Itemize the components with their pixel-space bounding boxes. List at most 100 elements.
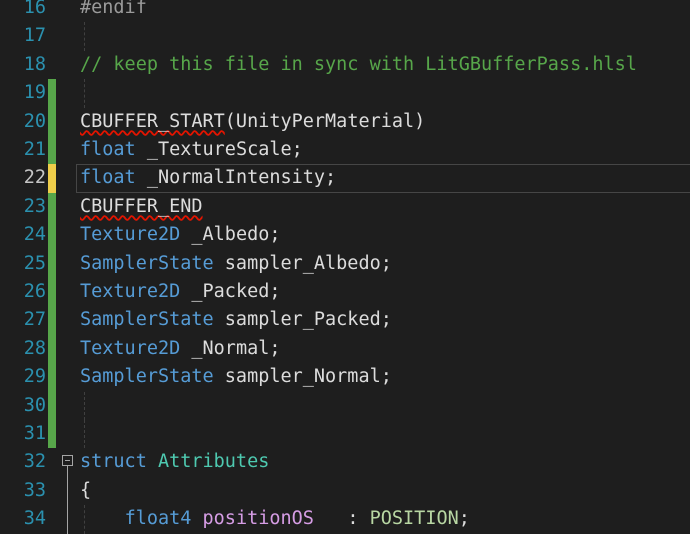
code-text[interactable]: CBUFFER_START(UnityPerMaterial) <box>80 108 425 136</box>
code-token: SamplerState <box>80 309 214 331</box>
line-number: 22 <box>23 167 46 189</box>
code-line[interactable]: 31 <box>0 420 690 449</box>
indent-guide <box>84 79 85 108</box>
code-token: _NormalIntensity; <box>135 167 337 189</box>
indent-guide <box>84 420 85 449</box>
code-token: float4 <box>124 508 192 530</box>
code-line[interactable]: 23 CBUFFER_END <box>0 192 690 222</box>
code-token: #endif <box>80 0 147 18</box>
code-text[interactable]: Texture2D _Packed; <box>80 278 281 306</box>
code-text[interactable]: SamplerState sampler_Albedo; <box>80 250 392 278</box>
line-number: 34 <box>23 508 46 530</box>
code-line[interactable]: 26 Texture2D _Packed; <box>0 278 690 307</box>
code-line[interactable]: 27 SamplerState sampler_Packed; <box>0 306 690 335</box>
code-text[interactable]: SamplerState sampler_Packed; <box>80 306 392 334</box>
line-number: 28 <box>23 337 46 359</box>
code-token: sampler_Albedo; <box>213 252 392 274</box>
change-tracking-bar <box>48 221 56 250</box>
code-line[interactable]: 33 { <box>0 476 690 506</box>
indent-guide <box>84 22 85 51</box>
code-token: _Packed; <box>180 281 281 302</box>
fold-guide <box>67 476 68 506</box>
code-line[interactable]: 32 struct Attributes <box>0 448 690 478</box>
code-token: ; <box>458 508 470 530</box>
code-editor[interactable]: 16 #endif 17 18 // keep this file in sync wi… <box>0 0 690 534</box>
line-number: 17 <box>23 25 46 47</box>
code-line[interactable]: 34 float4 positionOS : POSITION; <box>0 505 690 534</box>
change-tracking-bar <box>48 192 56 222</box>
collapse-icon[interactable] <box>62 455 73 467</box>
code-line[interactable]: 25 SamplerState sampler_Albedo; <box>0 249 690 278</box>
code-token: POSITION <box>369 508 459 530</box>
code-text[interactable]: float _TextureScale; <box>80 136 303 164</box>
code-token: Texture2D <box>80 337 181 359</box>
code-line[interactable]: 17 <box>0 22 690 51</box>
fold-guide <box>67 466 68 478</box>
change-tracking-bar <box>48 420 56 449</box>
code-line[interactable]: 19 <box>0 79 690 108</box>
line-number: 21 <box>23 139 46 160</box>
code-token: { <box>80 479 92 501</box>
code-text[interactable]: Texture2D _Normal; <box>80 335 281 363</box>
code-token: sampler_Packed; <box>213 309 392 331</box>
change-tracking-bar <box>48 249 56 278</box>
code-token: float <box>80 139 136 160</box>
line-number: 29 <box>23 366 46 388</box>
code-line[interactable]: 21 float _TextureScale; <box>0 136 690 165</box>
code-line[interactable]: 30 <box>0 391 690 420</box>
code-text[interactable]: { <box>80 477 91 505</box>
change-tracking-bar <box>48 334 56 364</box>
line-number: 23 <box>23 195 46 217</box>
code-token: _Albedo; <box>180 224 281 246</box>
change-tracking-bar <box>48 107 56 136</box>
code-token: positionOS <box>202 508 314 530</box>
line-number: 26 <box>23 281 46 302</box>
code-text[interactable]: #endif <box>80 0 147 22</box>
code-token: SamplerState <box>80 366 214 388</box>
change-tracking-bar <box>48 391 56 420</box>
code-token: _Normal; <box>180 337 281 359</box>
line-number: 20 <box>23 110 46 132</box>
code-token: Texture2D <box>80 281 181 302</box>
line-number: 18 <box>23 53 46 75</box>
line-number: 16 <box>23 0 46 18</box>
error-token: CBUFFER_START <box>80 110 225 132</box>
change-tracking-bar <box>48 278 56 307</box>
line-number: 24 <box>23 224 46 246</box>
code-text[interactable]: CBUFFER_END <box>80 193 203 221</box>
code-token: SamplerState <box>80 252 214 274</box>
code-text[interactable]: float4 positionOS : POSITION; <box>80 505 470 533</box>
code-line[interactable]: 24 Texture2D _Albedo; <box>0 221 690 250</box>
code-line[interactable]: 16 #endif <box>0 0 690 22</box>
line-number: 30 <box>23 394 46 416</box>
line-number: 31 <box>23 423 46 444</box>
code-token: float <box>80 167 136 189</box>
line-number: 25 <box>23 252 46 274</box>
code-token: struct <box>80 451 147 473</box>
change-tracking-bar <box>48 363 56 392</box>
change-tracking-bar <box>48 164 56 193</box>
code-token: Attributes <box>146 451 270 473</box>
code-text[interactable]: Texture2D _Albedo; <box>80 221 281 249</box>
code-line[interactable]: 28 Texture2D _Normal; <box>0 334 690 364</box>
code-text[interactable]: // keep this file in sync with LitGBuffe… <box>80 51 637 79</box>
code-text[interactable]: float _NormalIntensity; <box>80 164 336 192</box>
code-line[interactable]: 22 float _NormalIntensity; <box>0 164 690 193</box>
code-line[interactable]: 18 // keep this file in sync with LitGBuf… <box>0 51 690 79</box>
change-tracking-bar <box>48 306 56 335</box>
code-line[interactable]: 20 CBUFFER_START(UnityPerMaterial) <box>0 107 690 136</box>
change-tracking-bar <box>48 79 56 108</box>
code-token: Texture2D <box>80 224 181 246</box>
code-token: : <box>313 508 370 530</box>
code-text[interactable]: struct Attributes <box>80 448 269 476</box>
code-line[interactable]: 29 SamplerState sampler_Normal; <box>0 363 690 392</box>
line-number: 19 <box>23 82 46 104</box>
line-number: 27 <box>23 309 46 331</box>
change-tracking-bar <box>48 136 56 165</box>
indent-guide <box>84 391 85 420</box>
code-text[interactable]: SamplerState sampler_Normal; <box>80 363 392 391</box>
code-token: sampler_Normal; <box>213 366 392 388</box>
fold-guide <box>67 505 68 534</box>
